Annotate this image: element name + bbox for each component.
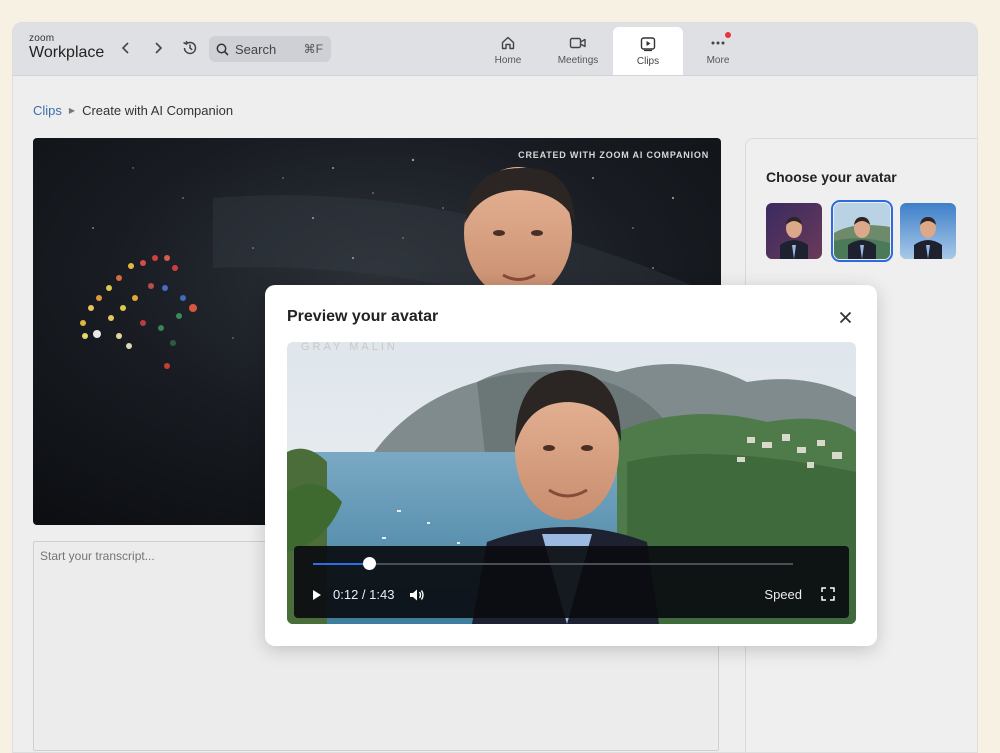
search-label: Search — [235, 41, 277, 57]
progress-scrubber[interactable] — [362, 557, 376, 570]
avatar-option-coast[interactable] — [831, 200, 893, 262]
close-button[interactable] — [835, 307, 855, 327]
watermark-text: CREATED WITH ZOOM AI COMPANION — [518, 150, 709, 160]
play-button[interactable] — [308, 586, 326, 604]
volume-button[interactable] — [407, 585, 427, 605]
history-icon — [183, 40, 197, 55]
main-tabs: Home Meetings Clips More — [473, 27, 753, 75]
avatar-option-sky[interactable] — [900, 203, 956, 259]
avatar-sky-image — [900, 203, 956, 259]
history-button[interactable] — [179, 37, 201, 59]
search-shortcut: ⌘F — [303, 42, 323, 56]
volume-icon — [410, 589, 424, 601]
playback-time: 0:12 / 1:43 — [333, 587, 395, 602]
dialog-title: Preview your avatar — [287, 308, 439, 325]
logo-big-text: Workplace — [29, 44, 105, 61]
breadcrumb-current: Create with AI Companion — [82, 103, 234, 118]
avatar-option-galaxy[interactable] — [766, 203, 822, 259]
avatar-panel-title: Choose your avatar — [766, 169, 897, 185]
zoom-workplace-logo: zoom Workplace — [29, 34, 104, 61]
logo-small-text: zoom — [29, 33, 55, 44]
avatar-galaxy-image — [766, 203, 822, 259]
breadcrumb-clips-link[interactable]: Clips — [33, 103, 62, 118]
preview-avatar-dialog: Preview your avatar GRAY MALIN 0:12 / 1:… — [265, 285, 877, 646]
breadcrumb-separator-icon: ▶ — [68, 106, 76, 115]
back-button[interactable] — [115, 37, 137, 59]
tab-more-label: More — [706, 55, 730, 66]
fullscreen-button[interactable] — [819, 585, 837, 603]
close-icon — [839, 311, 851, 323]
breadcrumb: Clips ▶ Create with AI Companion — [33, 103, 233, 118]
chevron-left-icon — [121, 42, 129, 54]
tab-meetings[interactable]: Meetings — [543, 27, 613, 73]
search-icon — [216, 43, 229, 56]
play-icon — [313, 590, 321, 600]
gray-malin-watermark: GRAY MALIN — [301, 342, 398, 353]
forward-button[interactable] — [147, 37, 169, 59]
more-dots-icon — [710, 34, 726, 52]
tab-clips-label: Clips — [636, 56, 660, 67]
search-box[interactable]: Search ⌘F — [209, 36, 331, 62]
tab-home[interactable]: Home — [473, 27, 543, 73]
speed-button[interactable]: Speed — [764, 587, 802, 602]
video-camera-icon — [569, 34, 587, 52]
progress-fill — [313, 563, 369, 565]
tab-home-label: Home — [494, 55, 522, 66]
tab-meetings-label: Meetings — [557, 55, 599, 66]
chevron-right-icon — [155, 42, 163, 54]
fullscreen-icon — [821, 587, 835, 601]
avatar-coast-image — [834, 203, 890, 259]
avatar-preview-video[interactable]: GRAY MALIN 0:12 / 1:43 Speed — [287, 342, 856, 624]
tab-more[interactable]: More — [683, 27, 753, 73]
home-icon — [500, 34, 516, 52]
top-bar: zoom Workplace Search ⌘F Home Meetings C… — [13, 23, 977, 76]
tab-clips[interactable]: Clips — [613, 27, 683, 75]
clip-play-icon — [640, 35, 656, 53]
notification-badge — [725, 32, 731, 38]
progress-bar[interactable] — [313, 557, 793, 570]
video-controls: 0:12 / 1:43 Speed — [294, 546, 849, 618]
